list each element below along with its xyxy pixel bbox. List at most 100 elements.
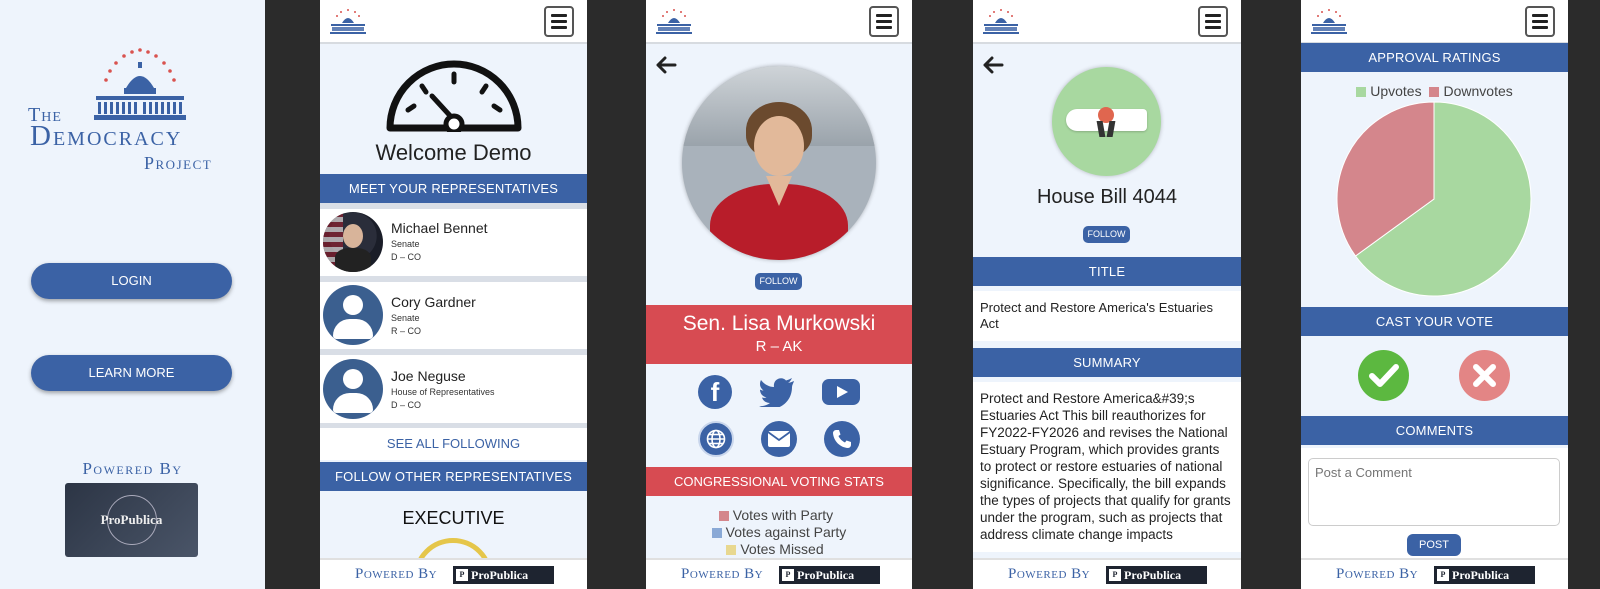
propublica-badge[interactable]: ProPublica	[65, 483, 198, 557]
rep-card-cory-gardner[interactable]: Cory Gardner Senate R – CO	[320, 282, 587, 349]
post-button[interactable]: POST	[1407, 534, 1461, 556]
checkmark-icon	[1369, 364, 1399, 387]
comment-input[interactable]	[1308, 458, 1560, 526]
navbar	[973, 0, 1241, 44]
legend-label: Votes Missed	[740, 541, 824, 557]
follow-button[interactable]: FOLLOW	[755, 273, 802, 290]
landing-panel: The Democracy Project LOGIN LEARN MORE P…	[0, 0, 265, 589]
rep-party: D – CO	[391, 400, 422, 410]
propublica-badge-text: ProPublica	[100, 512, 163, 527]
powered-by-label: Powered By	[681, 566, 764, 582]
capitol-logo-icon[interactable]	[653, 7, 695, 35]
executive-heading: EXECUTIVE	[402, 508, 505, 528]
propublica-logo[interactable]: P ProPublica	[1106, 566, 1207, 584]
propublica-label: ProPublica	[1452, 568, 1510, 582]
propublica-label: ProPublica	[1124, 568, 1182, 582]
propublica-label: ProPublica	[471, 568, 529, 582]
legend-swatch	[718, 511, 729, 522]
legend-downvotes: Downvotes	[1443, 83, 1513, 99]
follow-other-representatives-header: FOLLOW OTHER REPRESENTATIVES	[320, 462, 587, 491]
bill-diploma-icon	[1052, 67, 1161, 176]
hamburger-menu-icon[interactable]	[1198, 6, 1228, 37]
approval-pie-chart	[1336, 101, 1532, 297]
rep-party: R – CO	[391, 326, 422, 336]
powered-by-label: Powered By	[1336, 566, 1419, 582]
capitol-logo-icon[interactable]	[1308, 7, 1350, 35]
legend-swatch-downvotes	[1429, 87, 1440, 98]
navbar	[646, 0, 912, 44]
bill-panel: House Bill 4044 FOLLOW TITLE Protect and…	[973, 0, 1241, 589]
rep-chamber: Senate	[391, 239, 420, 249]
rep-card-michael-bennet[interactable]: Michael Bennet Senate D – CO	[320, 209, 587, 276]
cast-vote-header: CAST YOUR VOTE	[1301, 307, 1568, 336]
powered-by-label: Powered By	[1008, 566, 1091, 582]
ratings-panel: APPROVAL RATINGS Upvotes Downvotes CAST …	[1301, 0, 1568, 589]
propublica-logo[interactable]: P ProPublica	[453, 566, 554, 584]
navbar	[320, 0, 587, 44]
navbar	[1301, 0, 1568, 44]
bill-summary-value: Protect and Restore America&#39;s Estuar…	[980, 391, 1231, 542]
user-avatar-icon	[323, 285, 383, 345]
powered-by-label: Powered By	[355, 566, 438, 582]
profile-panel: FOLLOW Sen. Lisa Murkowski R – AK f CONG…	[646, 0, 912, 589]
rep-card-joe-neguse[interactable]: Joe Neguse House of Representatives D – …	[320, 355, 587, 423]
bill-title-value: Protect and Restore America's Estuaries …	[980, 300, 1213, 331]
legend-label: Votes with Party	[732, 507, 834, 523]
legend-votes-missed: Votes Missed	[646, 541, 912, 558]
footer: Powered By P ProPublica	[646, 558, 912, 589]
approval-ratings-header: APPROVAL RATINGS	[1301, 43, 1568, 72]
rep-name: Cory Gardner	[391, 294, 476, 310]
bill-summary-text: Protect and Restore America&#39;s Estuar…	[973, 382, 1241, 552]
propublica-logo[interactable]: P ProPublica	[1434, 566, 1535, 584]
title-header: TITLE	[973, 257, 1241, 286]
senator-name: Sen. Lisa Murkowski	[682, 312, 876, 335]
twitter-icon[interactable]	[759, 377, 795, 407]
back-arrow-icon[interactable]	[655, 56, 677, 74]
logo-project: Project	[144, 153, 213, 173]
globe-icon[interactable]	[698, 421, 734, 457]
footer: Powered By P ProPublica	[320, 558, 587, 589]
legend-votes-against-party: Votes against Party	[646, 524, 912, 541]
hamburger-menu-icon[interactable]	[869, 6, 899, 37]
bill-heading: House Bill 4044	[1036, 186, 1178, 208]
learn-more-button[interactable]: LEARN MORE	[31, 355, 232, 391]
hamburger-menu-icon[interactable]	[544, 6, 574, 37]
capitol-logo-icon[interactable]	[980, 7, 1022, 35]
legend-swatch	[726, 545, 737, 556]
meet-representatives-header: MEET YOUR REPRESENTATIVES	[320, 174, 587, 203]
senator-party-state: R – AK	[755, 338, 803, 355]
capitol-logo-icon[interactable]	[327, 7, 369, 35]
legend-upvotes: Upvotes	[1370, 83, 1422, 99]
rep-party: D – CO	[391, 252, 422, 262]
dashboard-panel: Welcome Demo MEET YOUR REPRESENTATIVES M…	[320, 0, 587, 589]
hamburger-menu-icon[interactable]	[1525, 6, 1555, 37]
mail-icon[interactable]	[761, 421, 797, 457]
see-all-following-link[interactable]: SEE ALL FOLLOWING	[320, 428, 587, 460]
login-button[interactable]: LOGIN	[31, 263, 232, 299]
legend-label: Votes against Party	[725, 524, 847, 540]
close-icon	[1473, 364, 1496, 387]
summary-header: SUMMARY	[973, 348, 1241, 377]
see-all-following-label: SEE ALL FOLLOWING	[386, 436, 521, 451]
comments-header: COMMENTS	[1301, 416, 1568, 445]
rep-chamber: Senate	[391, 313, 420, 323]
phone-icon[interactable]	[824, 421, 860, 457]
user-avatar-icon	[323, 359, 383, 419]
logo-democracy: Democracy	[30, 120, 183, 152]
rep-chamber: House of Representatives	[391, 387, 495, 397]
reject-vote-button[interactable]	[1459, 350, 1510, 401]
youtube-icon[interactable]	[822, 379, 860, 405]
vote-area	[1301, 336, 1568, 414]
back-arrow-icon[interactable]	[982, 56, 1004, 74]
follow-button[interactable]: FOLLOW	[1083, 226, 1130, 243]
voting-stats-header: CONGRESSIONAL VOTING STATS	[646, 467, 912, 496]
approve-vote-button[interactable]	[1358, 350, 1409, 401]
propublica-logo[interactable]: P ProPublica	[779, 566, 880, 584]
footer: Powered By P ProPublica	[973, 558, 1241, 589]
legend-swatch	[711, 528, 722, 539]
voting-stats-legend: Votes with Party Votes against Party Vot…	[646, 507, 912, 558]
facebook-icon[interactable]: f	[698, 375, 732, 409]
legend-swatch-upvotes	[1356, 87, 1367, 98]
senator-banner: Sen. Lisa Murkowski R – AK	[646, 305, 912, 364]
legend-votes-with-party: Votes with Party	[646, 507, 912, 524]
